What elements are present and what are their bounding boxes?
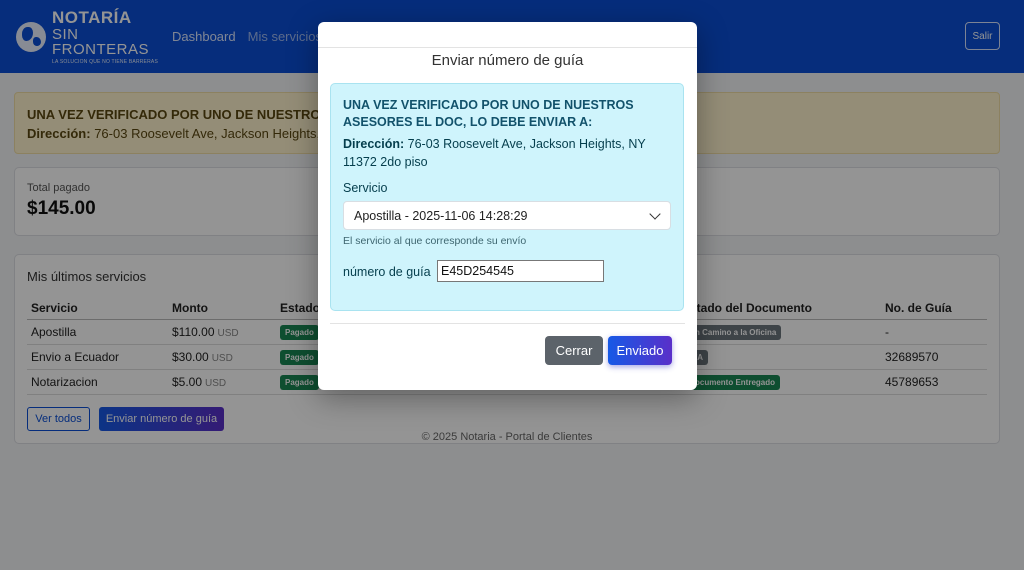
chevron-down-icon	[649, 208, 661, 220]
modal-footer-divider	[330, 323, 685, 324]
submit-button[interactable]: Enviado	[608, 336, 672, 365]
service-selected-value: Apostilla - 2025-11-06 14:28:29	[354, 208, 528, 223]
service-label: Servicio	[343, 181, 388, 195]
send-guide-modal: Enviar número de guía UNA VEZ VERIFICADO…	[318, 22, 697, 390]
close-button[interactable]: Cerrar	[545, 336, 603, 365]
modal-divider	[318, 47, 697, 48]
info-address-label: Dirección:	[343, 137, 405, 151]
modal-title: Enviar número de guía	[431, 52, 584, 69]
info-address: Dirección: 76-03 Roosevelt Ave, Jackson …	[343, 135, 671, 171]
guide-number-input[interactable]	[437, 260, 604, 282]
guide-label: número de guía	[343, 265, 431, 279]
service-select[interactable]: Apostilla - 2025-11-06 14:28:29	[343, 201, 671, 230]
info-title: UNA VEZ VERIFICADO POR UNO DE NUESTROS A…	[343, 98, 634, 129]
service-help-text: El servicio al que corresponde su envío	[343, 235, 527, 247]
shipping-info-box: UNA VEZ VERIFICADO POR UNO DE NUESTROS A…	[330, 83, 684, 311]
